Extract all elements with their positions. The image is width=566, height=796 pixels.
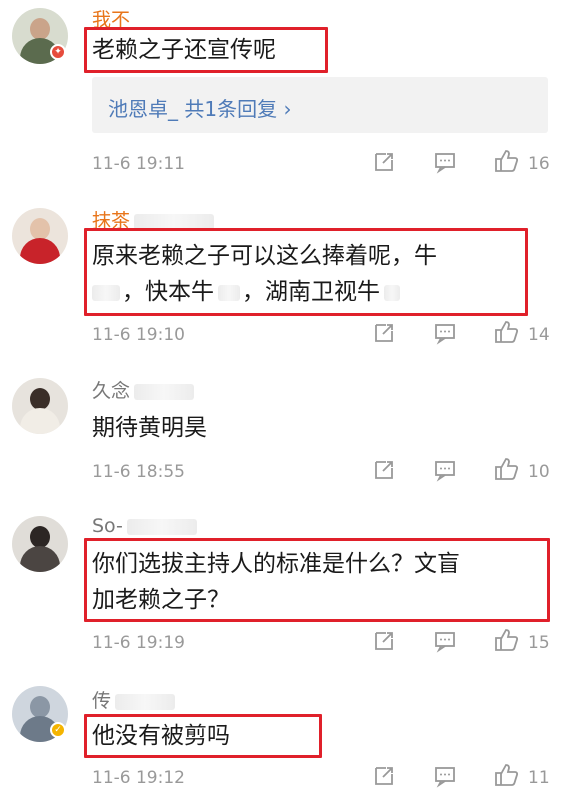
comment-text-line-1: 你们选拔主持人的标准是什么？文盲: [92, 551, 460, 577]
share-icon[interactable]: [372, 764, 396, 788]
timestamp: 11-6 19:12: [92, 768, 185, 788]
avatar[interactable]: [12, 516, 68, 572]
comment-text-line-2: 加老赖之子？: [92, 587, 230, 613]
verified-badge-icon: ✦: [50, 44, 66, 60]
username[interactable]: 久念: [92, 376, 195, 403]
comment-icon[interactable]: [433, 150, 457, 174]
reply-link[interactable]: 池恩卓_ 共1条回复 ›: [108, 93, 291, 122]
share-icon[interactable]: [372, 321, 396, 345]
like-count: 10: [528, 462, 550, 482]
comment-text: 他没有被剪吗: [92, 723, 230, 749]
like-icon[interactable]: [493, 148, 519, 174]
timestamp: 11-6 18:55: [92, 462, 185, 482]
share-icon[interactable]: [372, 458, 396, 482]
redacted-blur: [92, 284, 120, 301]
redacted-blur: [384, 284, 400, 301]
share-icon[interactable]: [372, 150, 396, 174]
comment-icon[interactable]: [433, 629, 457, 653]
verified-badge-icon: ✓: [50, 722, 66, 738]
share-icon[interactable]: [372, 629, 396, 653]
redacted-blur: [218, 284, 240, 301]
redacted-blur: [115, 693, 176, 710]
like-count: 14: [528, 325, 550, 345]
like-count: 15: [528, 633, 550, 653]
timestamp: 11-6 19:10: [92, 325, 185, 345]
avatar[interactable]: [12, 378, 68, 434]
timestamp: 11-6 19:11: [92, 154, 185, 174]
comment-text-line-2: ，快本牛 ，湖南卫视牛: [92, 274, 400, 310]
like-count: 16: [528, 154, 550, 174]
redacted-blur: [134, 383, 195, 400]
avatar[interactable]: [12, 208, 68, 264]
like-icon[interactable]: [493, 319, 519, 345]
reply-preview[interactable]: 池恩卓_ 共1条回复 ›: [92, 77, 548, 133]
comment-text-line-1: 原来老赖之子可以这么捧着呢，牛: [92, 243, 437, 269]
comment-icon[interactable]: [433, 458, 457, 482]
comment-icon[interactable]: [433, 764, 457, 788]
redacted-blur: [126, 518, 197, 535]
username[interactable]: 传: [92, 686, 176, 713]
like-icon[interactable]: [493, 762, 519, 788]
username[interactable]: So-: [92, 515, 197, 537]
like-icon[interactable]: [493, 456, 519, 482]
like-icon[interactable]: [493, 627, 519, 653]
comment-text: 期待黄明昊: [92, 415, 207, 441]
timestamp: 11-6 19:19: [92, 633, 185, 653]
like-count: 11: [528, 768, 550, 788]
comment-icon[interactable]: [433, 321, 457, 345]
comment-text: 老赖之子还宣传呢: [92, 37, 276, 63]
